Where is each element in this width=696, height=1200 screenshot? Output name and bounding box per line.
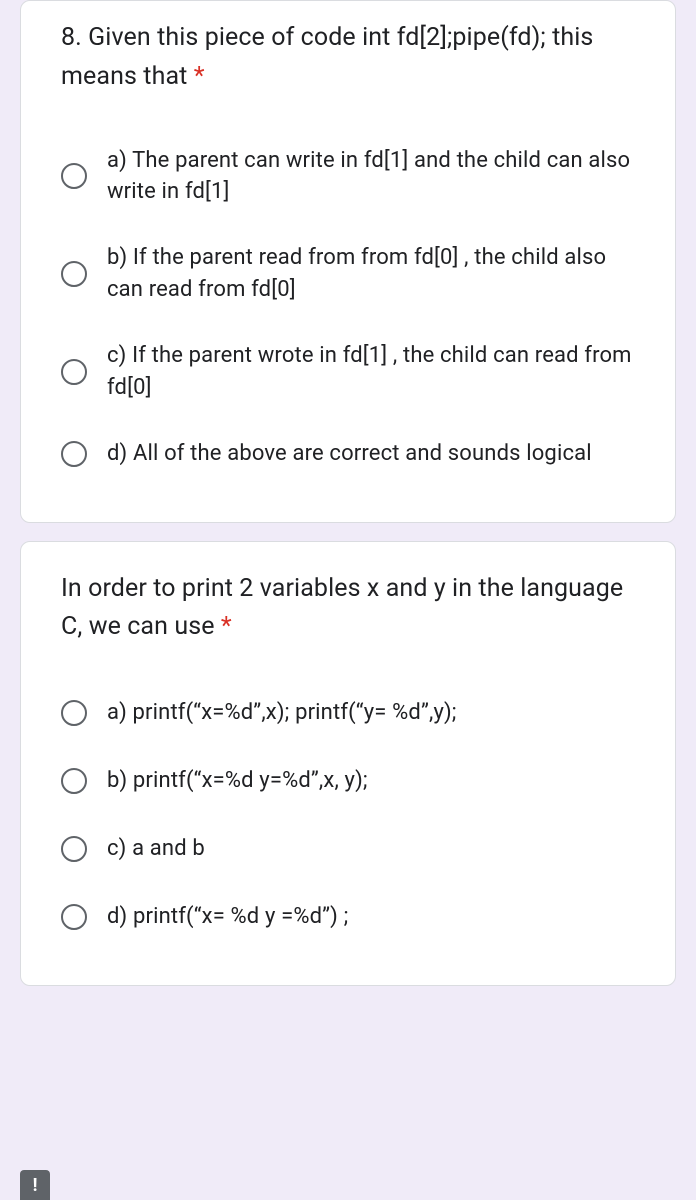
radio-icon [61, 261, 87, 287]
radio-icon [61, 163, 87, 189]
q2-option-d[interactable]: d) printf(“x= %d y =%d”) ; [61, 889, 647, 957]
q1-option-c[interactable]: c) If the parent wrote in fd[1] , the ch… [61, 330, 647, 428]
radio-icon [61, 441, 87, 467]
q1-option-d-label: d) All of the above are correct and soun… [107, 438, 592, 470]
q1-option-d[interactable]: d) All of the above are correct and soun… [61, 428, 647, 494]
q1-option-a-label: a) The parent can write in fd[1] and the… [107, 145, 647, 209]
radio-icon [61, 768, 87, 794]
q2-option-a[interactable]: a) printf(“x=%d”,x); printf(“y= %d”,y); [61, 685, 647, 753]
radio-icon [61, 700, 87, 726]
question-title-1: 8. Given this piece of code int fd[2];pi… [61, 19, 647, 97]
q2-option-d-label: d) printf(“x= %d y =%d”) ; [107, 901, 348, 933]
q1-option-b-label: b) If the parent read from from fd[0] , … [107, 242, 647, 306]
question-title-2: In order to print 2 variables x and y in… [61, 570, 647, 648]
q1-option-a[interactable]: a) The parent can write in fd[1] and the… [61, 135, 647, 233]
question-card-1: 8. Given this piece of code int fd[2];pi… [20, 0, 676, 523]
q2-option-b[interactable]: b) printf(“x=%d y=%d”,x, y); [61, 753, 647, 821]
radio-icon [61, 359, 87, 385]
exclamation-icon: ! [33, 1175, 38, 1196]
q2-option-a-label: a) printf(“x=%d”,x); printf(“y= %d”,y); [107, 697, 457, 729]
question-text-1: 8. Given this piece of code int fd[2];pi… [61, 23, 593, 91]
question-card-2: In order to print 2 variables x and y in… [20, 541, 676, 986]
q2-option-c-label: c) a and b [107, 833, 205, 865]
q2-option-b-label: b) printf(“x=%d y=%d”,x, y); [107, 765, 368, 797]
required-marker-1: * [194, 62, 205, 91]
report-problem-button[interactable]: ! [20, 1170, 50, 1200]
question-text-2: In order to print 2 variables x and y in… [61, 574, 623, 642]
q1-option-b[interactable]: b) If the parent read from from fd[0] , … [61, 232, 647, 330]
required-marker-2: * [221, 612, 232, 641]
q1-option-c-label: c) If the parent wrote in fd[1] , the ch… [107, 340, 647, 404]
q2-option-c[interactable]: c) a and b [61, 821, 647, 889]
radio-icon [61, 836, 87, 862]
radio-icon [61, 904, 87, 930]
